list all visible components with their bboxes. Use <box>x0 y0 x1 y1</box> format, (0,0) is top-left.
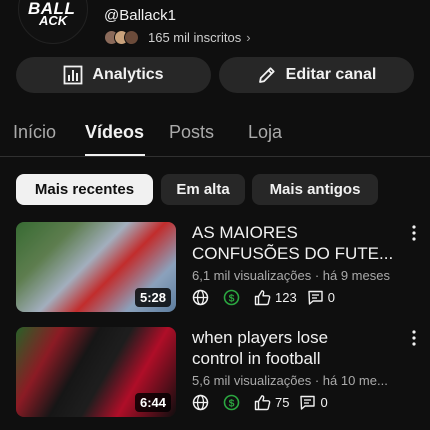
chip-mais-recentes[interactable]: Mais recentes <box>16 174 153 205</box>
channel-header: BALL ACK @Ballack1 165 mil inscritos › <box>0 0 430 56</box>
video-title[interactable]: when players lose control in football <box>192 327 402 369</box>
analytics-icon <box>64 65 83 85</box>
video-title-line: when players lose <box>192 328 329 347</box>
edit-channel-label: Editar canal <box>285 66 377 83</box>
like-count: 75 <box>275 395 290 410</box>
dollar-icon: $ <box>223 394 240 411</box>
chip-mais-antigos[interactable]: Mais antigos <box>252 174 378 205</box>
subscriber-avatars <box>104 30 139 45</box>
visibility-public <box>192 289 213 306</box>
monetization-status: $ <box>223 289 244 306</box>
svg-text:$: $ <box>229 397 235 409</box>
thumbs-up-icon <box>254 290 271 306</box>
video-duration: 5:28 <box>134 288 171 307</box>
more-options-icon[interactable] <box>408 224 420 242</box>
channel-avatar[interactable]: BALL ACK <box>18 0 88 44</box>
chevron-right-icon: › <box>246 30 251 45</box>
tab-inicio[interactable]: Início <box>13 122 56 143</box>
video-metadata: 6,1 mil visualizações · há 9 meses <box>192 268 390 283</box>
channel-logo-text-2: ACK <box>39 13 68 28</box>
svg-text:$: $ <box>229 292 235 304</box>
channel-handle: @Ballack1 <box>104 7 176 24</box>
subscribers-link[interactable]: 165 mil inscritos › <box>104 30 251 45</box>
tab-loja[interactable]: Loja <box>248 122 282 143</box>
video-duration: 6:44 <box>134 393 171 412</box>
video-stats: $ 123 0 <box>192 289 345 306</box>
comment-icon <box>300 395 316 410</box>
pencil-icon <box>258 67 275 83</box>
video-item[interactable]: 6:44 when players lose control in footba… <box>0 327 430 419</box>
video-thumbnail[interactable]: 6:44 <box>16 327 176 417</box>
video-title[interactable]: AS MAIORES CONFUSÕES DO FUTE... <box>192 222 402 264</box>
video-stats: $ 75 0 <box>192 394 338 411</box>
video-item[interactable]: 5:28 AS MAIORES CONFUSÕES DO FUTE... 6,1… <box>0 222 430 314</box>
subscriber-avatar <box>124 30 139 45</box>
monetization-status: $ <box>223 394 244 411</box>
channel-tabs: Início Vídeos Posts Loja <box>0 113 430 157</box>
video-title-line: CONFUSÕES DO FUTE... <box>192 244 394 263</box>
chip-em-alta[interactable]: Em alta <box>161 174 245 205</box>
video-thumbnail[interactable]: 5:28 <box>16 222 176 312</box>
likes: 75 <box>254 394 289 411</box>
globe-icon <box>192 394 209 411</box>
more-options-icon[interactable] <box>408 329 420 347</box>
video-title-line: control in football <box>192 349 321 368</box>
likes: 123 <box>254 289 297 306</box>
comment-count: 0 <box>320 395 328 410</box>
globe-icon <box>192 289 209 306</box>
video-metadata: 5,6 mil visualizações · há 10 me... <box>192 373 388 388</box>
edit-channel-button[interactable]: Editar canal <box>219 57 414 93</box>
visibility-public <box>192 394 213 411</box>
video-title-line: AS MAIORES <box>192 223 298 242</box>
comments: 0 <box>307 289 335 306</box>
tab-posts[interactable]: Posts <box>169 122 214 143</box>
analytics-label: Analytics <box>92 66 164 83</box>
like-count: 123 <box>275 290 297 305</box>
dollar-icon: $ <box>223 289 240 306</box>
analytics-button[interactable]: Analytics <box>16 57 211 93</box>
comment-icon <box>308 290 323 305</box>
tab-videos[interactable]: Vídeos <box>85 122 144 143</box>
subscriber-count: 165 mil inscritos <box>148 30 242 45</box>
thumbs-up-icon <box>254 395 271 411</box>
comments: 0 <box>299 394 328 411</box>
comment-count: 0 <box>327 290 335 305</box>
active-tab-indicator <box>85 154 145 156</box>
